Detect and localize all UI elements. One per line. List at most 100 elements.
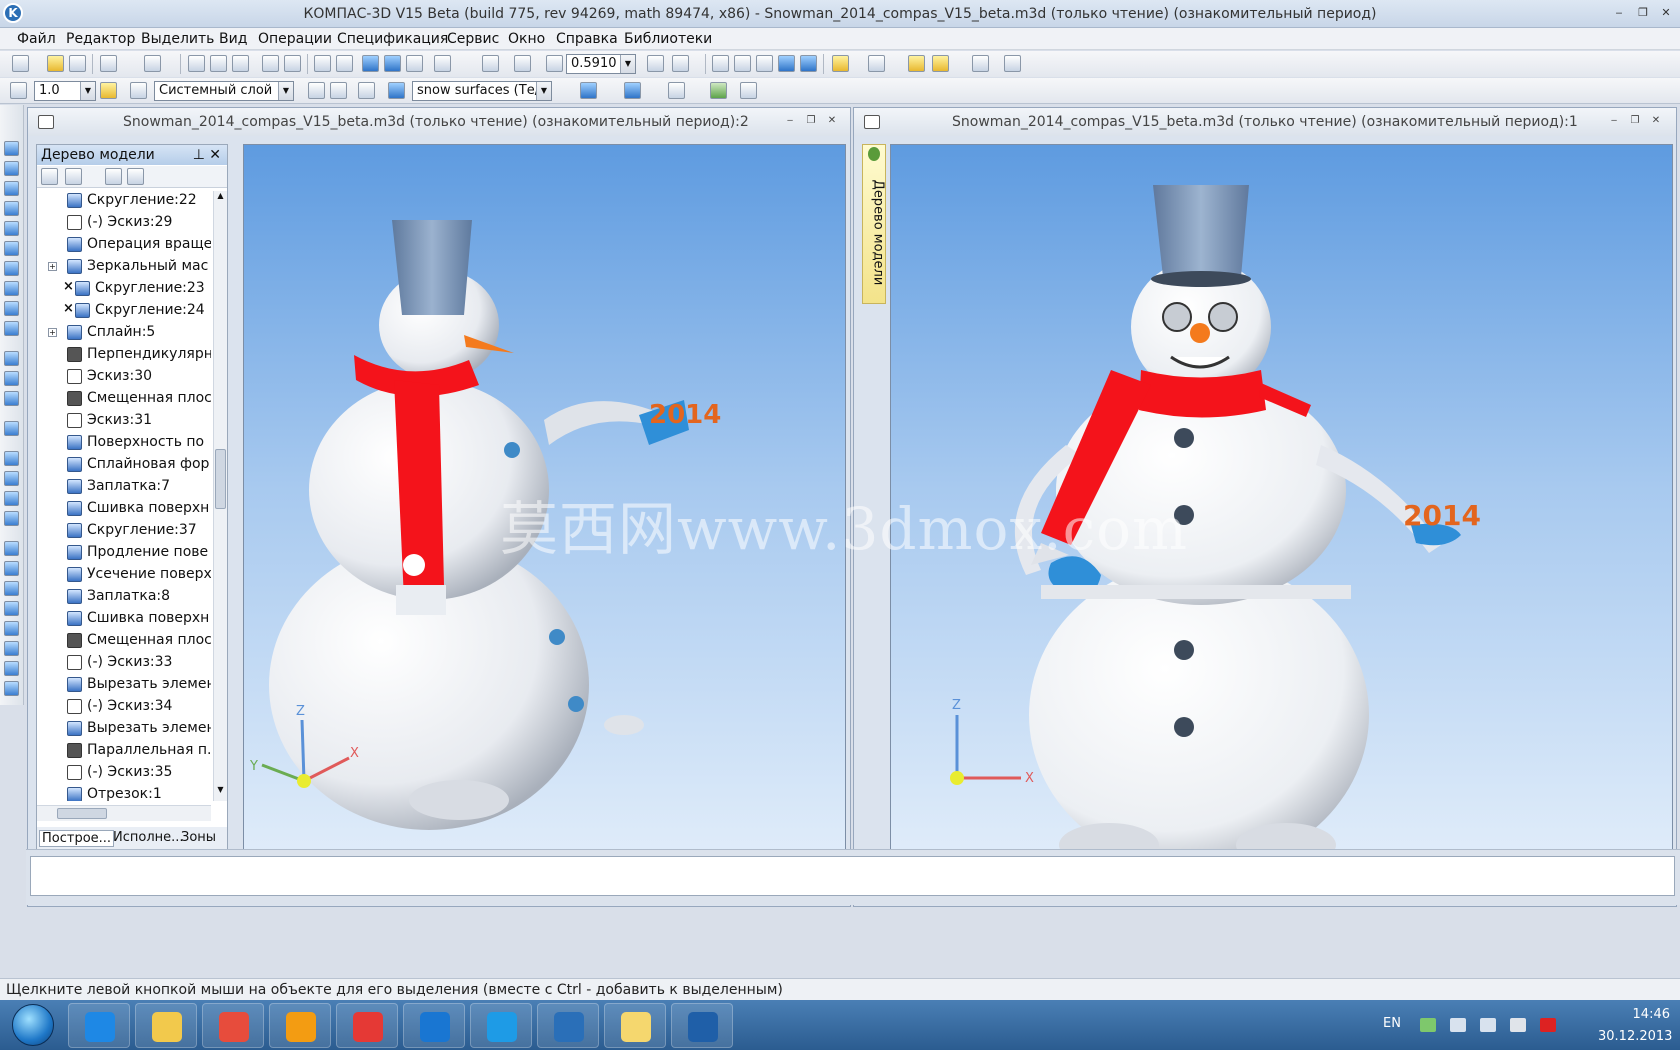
tree-settings-icon[interactable]: [127, 168, 144, 185]
selection-priority-icon[interactable]: [868, 55, 885, 72]
help-cursor-icon[interactable]: [434, 55, 451, 72]
snap-icon[interactable]: [100, 82, 117, 99]
taskbar-app-button[interactable]: [604, 1003, 666, 1048]
tree-item[interactable]: + Сплайн:5: [37, 323, 211, 343]
doc-close-button[interactable]: ✕: [1649, 115, 1663, 127]
cursor-step-combo[interactable]: 1.0 ▼: [34, 81, 96, 101]
menu-view[interactable]: Вид: [219, 31, 247, 47]
hidden-lines-icon[interactable]: [734, 55, 751, 72]
network-icon[interactable]: [1450, 1018, 1466, 1032]
tree-item[interactable]: Отрезок:1: [37, 785, 211, 801]
layer-icon[interactable]: [130, 82, 147, 99]
tree-item[interactable]: Продление пове: [37, 543, 211, 563]
tab-zones[interactable]: Зоны: [181, 830, 216, 845]
shell-icon[interactable]: [4, 471, 19, 486]
tree-structure-icon[interactable]: [41, 168, 58, 185]
thin-hidden-icon[interactable]: [756, 55, 773, 72]
doc-maximize-button[interactable]: ❐: [1628, 115, 1642, 127]
language-indicator[interactable]: EN: [1383, 1016, 1401, 1031]
curve-icon[interactable]: [4, 161, 19, 176]
assembly-icon[interactable]: [4, 601, 19, 616]
expand-icon[interactable]: +: [48, 262, 57, 271]
arc-icon[interactable]: [4, 241, 19, 256]
taskbar-app-button[interactable]: [537, 1003, 599, 1048]
filter-icon[interactable]: [4, 261, 19, 276]
tree-vertical-scrollbar[interactable]: ▲ ▼: [213, 191, 227, 801]
taskbar-app-button[interactable]: [135, 1003, 197, 1048]
doc-maximize-button[interactable]: ❐: [804, 115, 818, 127]
close-icon[interactable]: ✕: [209, 145, 221, 165]
clock-date[interactable]: 30.12.2013: [1598, 1029, 1672, 1044]
mate-icon[interactable]: [4, 621, 19, 636]
report-icon[interactable]: [4, 661, 19, 676]
tree-item[interactable]: × Скругление:23: [37, 279, 211, 299]
text-style-icon[interactable]: [740, 82, 757, 99]
doc-minimize-button[interactable]: ‒: [783, 115, 797, 127]
doc-close-button[interactable]: ✕: [825, 115, 839, 127]
component-icon[interactable]: [908, 55, 925, 72]
tree-item[interactable]: Эскиз:31: [37, 411, 211, 431]
taskbar-app-button[interactable]: [336, 1003, 398, 1048]
extrude-icon[interactable]: [4, 351, 19, 366]
tree-item[interactable]: Скругление:37: [37, 521, 211, 541]
tab-build[interactable]: Построе...: [39, 830, 115, 847]
variables-icon[interactable]: [406, 55, 423, 72]
paste-icon[interactable]: [232, 55, 249, 72]
step-cursor-icon[interactable]: [10, 82, 27, 99]
tab-executions[interactable]: Исполне...: [113, 830, 184, 845]
minimize-button[interactable]: ‒: [1610, 6, 1628, 20]
rib-icon[interactable]: [4, 491, 19, 506]
menu-operations[interactable]: Операции: [258, 31, 332, 47]
battery-icon[interactable]: [1510, 1018, 1526, 1032]
light-icon[interactable]: [668, 82, 685, 99]
undo-icon[interactable]: [314, 55, 331, 72]
library-icon[interactable]: [384, 55, 401, 72]
zoom-dynamic-icon[interactable]: [514, 55, 531, 72]
tree-item[interactable]: (-) Эскиз:29: [37, 213, 211, 233]
tree-view-mode-icon[interactable]: [65, 168, 82, 185]
taskbar-app-button[interactable]: [470, 1003, 532, 1048]
copy-icon[interactable]: [210, 55, 227, 72]
tree-item[interactable]: Сшивка поверхн: [37, 499, 211, 519]
manager-icon[interactable]: [362, 55, 379, 72]
stamp-icon[interactable]: [4, 581, 19, 596]
measure-tool-icon[interactable]: [4, 421, 19, 436]
taskbar-app-button[interactable]: [269, 1003, 331, 1048]
print-preview-icon[interactable]: [144, 55, 161, 72]
hole-icon[interactable]: [4, 451, 19, 466]
tree-item[interactable]: × Скругление:24: [37, 301, 211, 321]
loft-icon[interactable]: [4, 391, 19, 406]
export-icon[interactable]: [710, 82, 727, 99]
save-icon[interactable]: [69, 55, 86, 72]
menu-select[interactable]: Выделить: [141, 31, 214, 47]
select-filter-icon[interactable]: [832, 55, 849, 72]
draft-icon[interactable]: [4, 511, 19, 526]
spline-tool-icon[interactable]: [4, 221, 19, 236]
menu-editor[interactable]: Редактор: [66, 31, 135, 47]
surface-style-icon[interactable]: [388, 82, 405, 99]
close-button[interactable]: ✕: [1657, 6, 1675, 20]
format-icon[interactable]: [262, 55, 279, 72]
redo-icon[interactable]: [336, 55, 353, 72]
tree-item[interactable]: + Зеркальный мас: [37, 257, 211, 277]
menu-service[interactable]: Сервис: [447, 31, 499, 47]
local-cs-icon[interactable]: [308, 82, 325, 99]
tree-item[interactable]: Параллельная п.: [37, 741, 211, 761]
macro-icon[interactable]: [4, 681, 19, 696]
tree-item[interactable]: Перпендикулярн: [37, 345, 211, 365]
open-file-icon[interactable]: [47, 55, 64, 72]
tree-item[interactable]: Эскиз:30: [37, 367, 211, 387]
scroll-thumb[interactable]: [215, 449, 226, 509]
tree-horizontal-scrollbar[interactable]: [37, 805, 211, 821]
measure-icon[interactable]: [972, 55, 989, 72]
tree-item[interactable]: Поверхность по: [37, 433, 211, 453]
bend-icon[interactable]: [4, 561, 19, 576]
menu-specification[interactable]: Спецификация: [337, 31, 448, 47]
shaded-icon[interactable]: [778, 55, 795, 72]
tree-filter-icon[interactable]: [105, 168, 122, 185]
tree-item[interactable]: Сшивка поверхн: [37, 609, 211, 629]
properties-icon[interactable]: [284, 55, 301, 72]
start-button[interactable]: [12, 1004, 54, 1046]
orientation-icon[interactable]: [672, 55, 689, 72]
plane-icon[interactable]: [330, 82, 347, 99]
